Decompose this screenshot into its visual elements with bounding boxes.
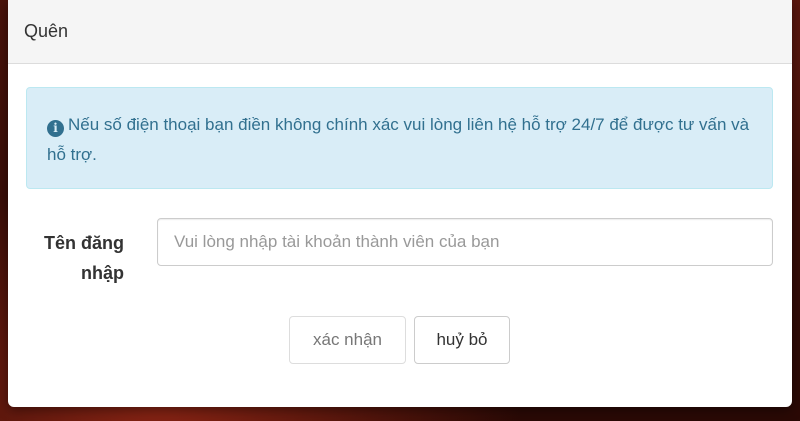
alert-message: Nếu số điện thoại bạn điền không chính x… [47, 115, 750, 164]
username-input[interactable] [157, 218, 773, 266]
info-alert: i Nếu số điện thoại bạn điền không chính … [26, 87, 773, 189]
username-label: Tên đăng nhập [44, 233, 124, 283]
cancel-button[interactable]: huỷ bỏ [414, 316, 510, 364]
modal-header: Quên [8, 0, 792, 64]
info-circle-icon: i [47, 120, 64, 137]
forgot-password-modal: Quên i Nếu số điện thoại bạn điền không c… [8, 0, 792, 407]
confirm-button[interactable]: xác nhận [289, 316, 406, 364]
modal-title: Quên [24, 21, 69, 41]
